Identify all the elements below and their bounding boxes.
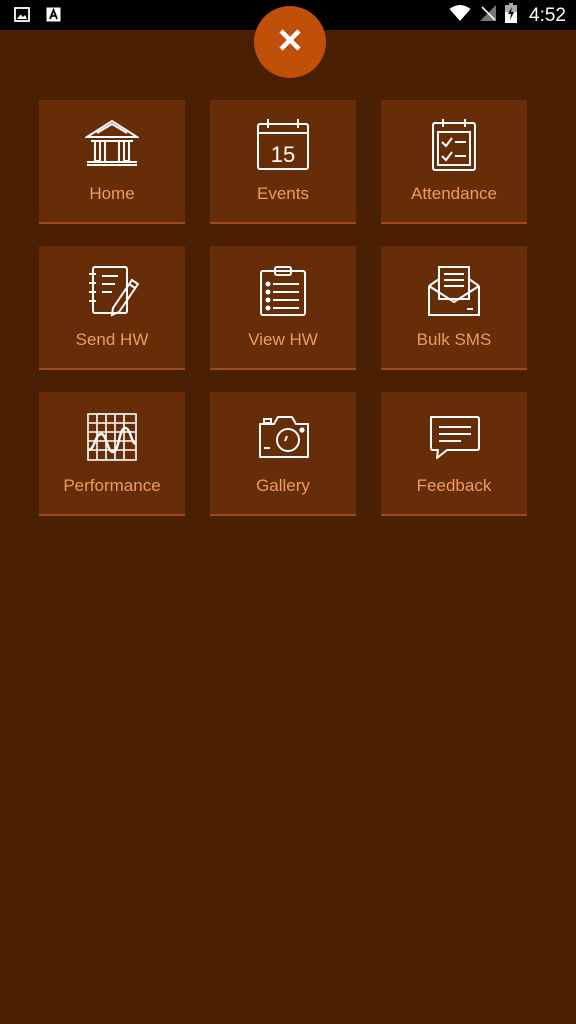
clock: 4:52 xyxy=(529,4,566,26)
menu-item-feedback[interactable]: Feedback xyxy=(381,392,527,516)
close-button[interactable] xyxy=(254,6,326,78)
menu-item-events[interactable]: 15 Events xyxy=(210,100,356,224)
close-icon xyxy=(277,27,303,58)
status-right-icons: 4:52 xyxy=(449,3,566,28)
menu-item-label: View HW xyxy=(248,330,318,349)
menu-item-label: Events xyxy=(257,184,309,203)
menu-item-label: Feedback xyxy=(416,476,492,495)
graph-chart-icon xyxy=(85,410,139,464)
menu-item-label: Gallery xyxy=(256,476,310,495)
camera-icon xyxy=(256,410,310,464)
no-signal-icon xyxy=(479,4,497,27)
svg-text:15: 15 xyxy=(271,142,295,167)
notebook-pencil-icon xyxy=(85,264,140,318)
menu-item-view-hw[interactable]: View HW xyxy=(210,246,356,370)
battery-charging-icon xyxy=(505,3,518,28)
checklist-clipboard-icon xyxy=(427,118,481,172)
clipboard-list-icon xyxy=(256,264,310,318)
menu-item-label: Send HW xyxy=(75,330,149,349)
calendar-icon: 15 xyxy=(256,118,310,172)
menu-item-label: Performance xyxy=(63,476,161,495)
chat-bubble-icon xyxy=(427,410,481,464)
menu-item-gallery[interactable]: Gallery xyxy=(210,392,356,516)
menu-item-send-hw[interactable]: Send HW xyxy=(39,246,185,370)
wifi-icon xyxy=(449,4,471,27)
envelope-letter-icon xyxy=(427,264,481,318)
menu-item-performance[interactable]: Performance xyxy=(39,392,185,516)
menu-item-bulk-sms[interactable]: Bulk SMS xyxy=(381,246,527,370)
image-icon xyxy=(14,7,30,27)
menu-item-label: Home xyxy=(89,184,135,203)
status-left-icons xyxy=(14,7,61,27)
text-a-icon xyxy=(46,7,61,27)
menu-item-label: Attendance xyxy=(410,184,497,203)
menu-item-label: Bulk SMS xyxy=(416,330,492,349)
school-building-icon xyxy=(83,118,141,172)
menu-item-home[interactable]: Home xyxy=(39,100,185,224)
menu-screen: Home 15 Events Attendance Send HW View H… xyxy=(0,6,576,1024)
menu-item-attendance[interactable]: Attendance xyxy=(381,100,527,224)
